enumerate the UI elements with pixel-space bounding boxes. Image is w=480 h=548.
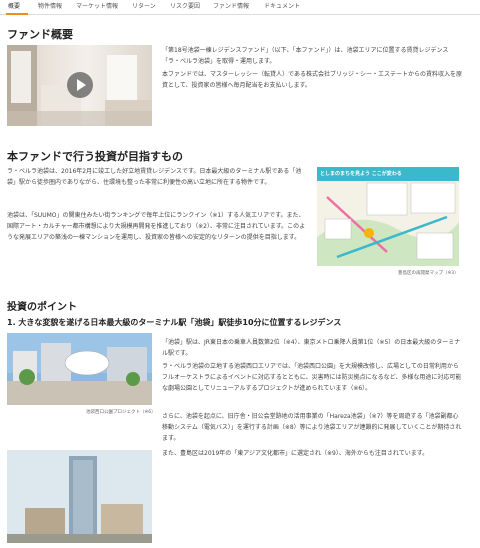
tab-bar: 概要 物件情報 マーケット情報 リターン リスク要因 ファンド情報 ドキュメント	[0, 0, 480, 15]
point-1-subtitle: 1. 大きな変貌を遂げる日本最大級のターミナル駅「池袋」駅徒歩10分に位置するレ…	[7, 318, 342, 327]
overview-title: ファンド概要	[7, 28, 73, 41]
park-illustration	[7, 333, 152, 405]
point-1-paragraph-2: ラ・ベルラ池袋の立地する池袋西口エリアでは、「池袋西口公園」を大規模改修し、広場…	[162, 363, 462, 392]
hareza-illustration	[7, 450, 152, 543]
tab-documents[interactable]: ドキュメント	[264, 3, 300, 11]
ikebukuro-west-park-photo	[7, 333, 152, 405]
active-tab-indicator	[6, 13, 28, 15]
hareza-building-photo	[7, 450, 152, 543]
points-title: 投資のポイント	[7, 302, 77, 313]
tab-risk[interactable]: リスク要因	[170, 3, 200, 11]
play-icon[interactable]	[67, 72, 93, 98]
aim-paragraph-2: 池袋は、「SUUMO」の関東住みたい街ランキングで毎年上位にランクイン（※1）す…	[7, 212, 306, 241]
redevelopment-map: としまのまちを見よう ここが変わる	[317, 167, 459, 266]
point-1-paragraph-3: さらに、池袋を起点に、旧庁舎・旧公会堂跡地の活用事業の「Hareza池袋」（※7…	[162, 413, 462, 442]
overview-paragraph-1: 「第18号池袋一棟レジデンスファンド」（以下、「本ファンド」）は、池袋エリアに位…	[162, 47, 449, 65]
tab-property[interactable]: 物件情報	[38, 3, 62, 11]
map-header: としまのまちを見よう ここが変わる	[320, 171, 402, 177]
map-illustration	[317, 167, 459, 266]
overview-video[interactable]	[7, 45, 152, 126]
tab-market[interactable]: マーケット情報	[76, 3, 118, 11]
photo1-caption: 池袋西口公園プロジェクト（※6）	[86, 410, 156, 415]
tab-overview[interactable]: 概要	[8, 3, 20, 11]
tab-fund-info[interactable]: ファンド情報	[213, 3, 249, 11]
aim-paragraph-1: ラ・ベルラ池袋は、2016年2月に竣工した好立地賃貸レジデンスです。日本最大級の…	[7, 168, 302, 186]
overview-paragraph-2: 本ファンドでは、マスターレッシー（転貸人）である株式会社ブリッジ・シー・エステー…	[162, 71, 462, 89]
point-1-paragraph-4: また、豊島区は2019年の「東アジア文化都市」に選定され（※9）、海外からも注目…	[162, 450, 429, 457]
map-caption: 豊島区の再開発マップ（※3）	[398, 271, 459, 276]
tab-return[interactable]: リターン	[132, 3, 156, 11]
point-1-paragraph-1: 「池袋」駅は、JR東日本の乗車人員数第2位（※4）、東京メトロ乗降人員第1位（※…	[162, 339, 461, 357]
aim-title: 本ファンドで行う投資が目指すもの	[7, 150, 183, 163]
